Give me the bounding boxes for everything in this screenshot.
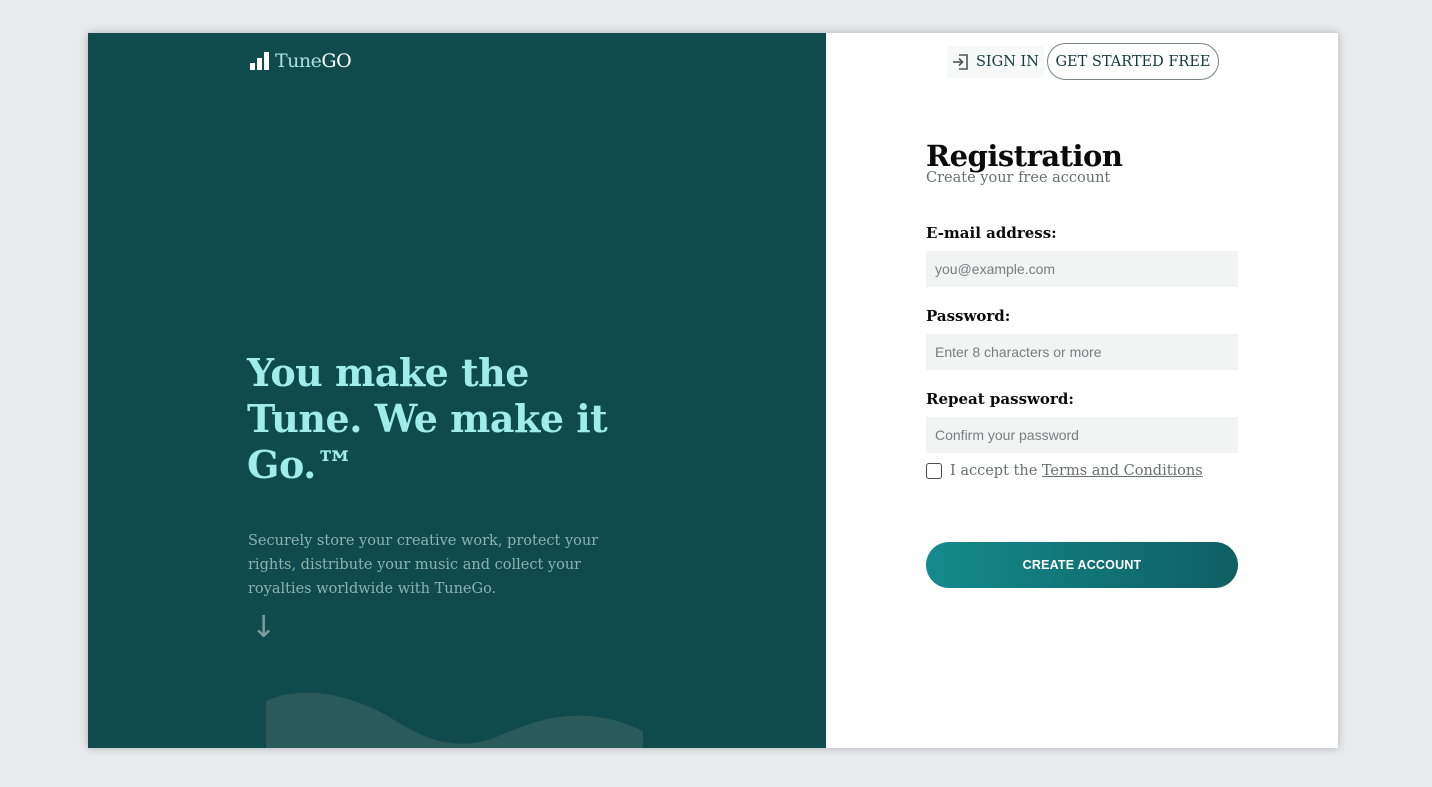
logo-text-go: GO <box>321 50 352 72</box>
email-field[interactable] <box>926 251 1238 287</box>
logo-text-tune: Tune <box>275 50 322 72</box>
form-subtitle: Create your free account <box>926 170 1111 186</box>
page-frame: TuneGO You make the Tune. We make it Go.… <box>88 33 1338 748</box>
terms-checkbox[interactable] <box>926 463 942 479</box>
arrow-down-icon[interactable]: ↓ <box>251 613 276 643</box>
create-account-button[interactable]: CREATE ACCOUNT <box>926 542 1238 588</box>
terms-row: I accept the Terms and Conditions <box>926 463 1203 479</box>
password-label: Password: <box>926 307 1011 325</box>
bar-chart-icon <box>250 52 269 70</box>
hero-description: Securely store your creative work, prote… <box>248 533 599 597</box>
sign-in-label: SIGN IN <box>976 54 1039 70</box>
password-field[interactable] <box>926 334 1238 370</box>
wave-decoration <box>266 692 643 748</box>
form-title: Registration <box>926 139 1123 173</box>
get-started-button[interactable]: GET STARTED FREE <box>1047 43 1219 80</box>
repeat-password-label: Repeat password: <box>926 390 1074 408</box>
terms-text: I accept the Terms and Conditions <box>950 463 1203 479</box>
hero-panel: TuneGO You make the Tune. We make it Go.… <box>88 33 826 748</box>
email-label: E-mail address: <box>926 224 1057 242</box>
hero-headline: You make the Tune. We make it Go.™ <box>247 350 608 487</box>
terms-prefix: I accept the <box>950 463 1042 479</box>
registration-form: Registration Create your free account E-… <box>926 138 1238 588</box>
registration-panel: SIGN IN GET STARTED FREE Registration Cr… <box>826 33 1338 748</box>
logo-text: TuneGO <box>275 50 352 72</box>
sign-in-button[interactable]: SIGN IN <box>947 46 1044 78</box>
sign-in-icon <box>953 54 968 70</box>
repeat-password-field[interactable] <box>926 417 1238 453</box>
terms-link[interactable]: Terms and Conditions <box>1042 463 1203 479</box>
logo[interactable]: TuneGO <box>250 50 352 72</box>
